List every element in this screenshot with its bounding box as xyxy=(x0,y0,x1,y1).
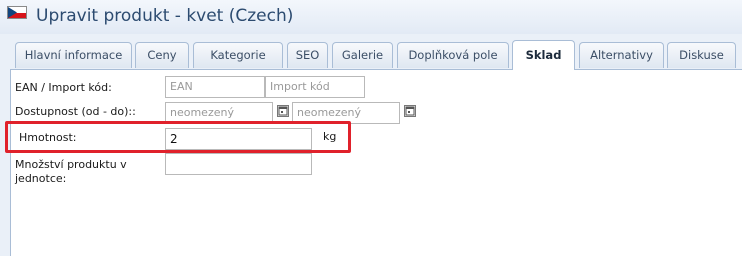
ean-label: EAN / Import kód: xyxy=(15,81,112,94)
page-title: Upravit produkt - kvet (Czech) xyxy=(36,6,294,26)
calendar-icon[interactable] xyxy=(404,105,416,117)
tab-galerie[interactable]: Galerie xyxy=(332,42,393,68)
weight-label: Hmotnost: xyxy=(19,131,77,144)
weight-unit: kg xyxy=(323,130,337,143)
weight-input[interactable]: 2 xyxy=(165,128,312,150)
tab-bar: Hlavní informace Ceny Kategorie SEO Gale… xyxy=(0,34,742,70)
left-strip xyxy=(0,34,10,256)
availability-from-input[interactable]: neomezený xyxy=(165,102,273,124)
tab-alternativy[interactable]: Alternativy xyxy=(579,42,664,68)
czech-flag-icon xyxy=(7,6,27,19)
tab-doplnkova-pole[interactable]: Doplňková pole xyxy=(397,42,509,68)
calendar-icon[interactable] xyxy=(277,105,289,117)
import-code-input[interactable]: Import kód xyxy=(265,76,365,98)
quantity-label: Množství produktu v jednotce: xyxy=(15,158,127,185)
quantity-input[interactable] xyxy=(165,153,312,175)
tab-diskuse[interactable]: Diskuse xyxy=(667,42,736,68)
availability-to-input[interactable]: neomezený xyxy=(292,102,400,124)
window-header: Upravit produkt - kvet (Czech) xyxy=(0,0,742,35)
tab-sklad[interactable]: Sklad xyxy=(512,40,575,70)
tab-kategorie[interactable]: Kategorie xyxy=(193,42,283,68)
availability-label: Dostupnost (od - do):: xyxy=(15,105,136,118)
tab-hlavni-informace[interactable]: Hlavní informace xyxy=(15,42,132,68)
tab-seo[interactable]: SEO xyxy=(287,42,328,68)
ean-input[interactable]: EAN xyxy=(165,76,265,98)
tab-ceny[interactable]: Ceny xyxy=(135,42,189,68)
